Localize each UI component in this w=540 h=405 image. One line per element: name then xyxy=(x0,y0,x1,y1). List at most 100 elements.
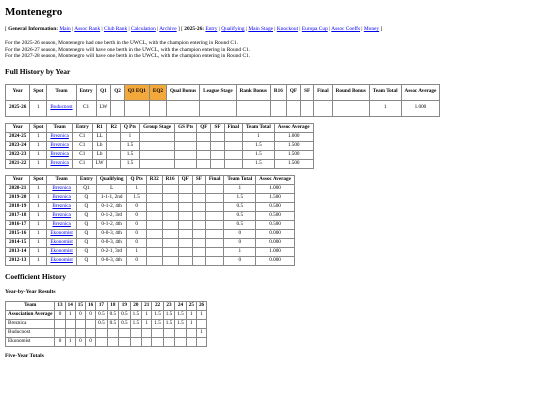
team-link[interactable]: Breznica xyxy=(50,151,68,157)
table-cell xyxy=(204,192,225,203)
nav-link-archive[interactable]: Archive xyxy=(159,26,176,32)
column-header: Q Pts xyxy=(119,122,141,133)
table-cell: 0 xyxy=(126,228,147,239)
team-link[interactable]: Ekonomist xyxy=(50,230,72,236)
table-header-row: Year Spot Team Entry R1 R2 Q Pts Group Stage GS … xyxy=(4,122,314,133)
table-cell xyxy=(161,228,179,239)
team-link[interactable]: Breznica xyxy=(50,142,68,148)
team-link[interactable]: Breznica xyxy=(52,212,70,218)
row-header-cell: 2014-15 xyxy=(4,237,31,248)
table-cell: 1 xyxy=(141,318,153,329)
row-header-cell: 2025-26 xyxy=(4,99,31,117)
nav-link-main[interactable]: Main xyxy=(59,26,70,32)
table-cell: 0 xyxy=(74,309,86,320)
table-cell xyxy=(177,255,193,266)
table-cell: 0.000 xyxy=(255,255,295,266)
table-cell xyxy=(191,246,206,257)
table-cell: 1 xyxy=(29,192,48,203)
table-cell xyxy=(106,336,120,347)
table-cell xyxy=(145,237,163,248)
table-cell xyxy=(210,158,225,169)
team-link[interactable]: Ekonomist xyxy=(50,248,72,254)
column-header: 15 xyxy=(74,300,86,311)
nav-link-assoc-coeffs[interactable]: Assoc Coeffs xyxy=(331,26,360,32)
column-header: Year xyxy=(4,174,31,185)
table-cell: Q xyxy=(75,237,97,248)
nav-link-qualifying[interactable]: Qualifying xyxy=(221,26,244,32)
table-cell: 1.500 xyxy=(273,149,314,160)
table-cell: 1 xyxy=(64,336,76,347)
table-cell xyxy=(145,201,163,212)
table-cell: C1 xyxy=(71,131,93,142)
column-header: Q3 EQ1 xyxy=(123,83,150,101)
table-cell: 0 xyxy=(126,219,147,230)
team-link[interactable]: Breznica xyxy=(52,221,70,227)
column-header: 24 xyxy=(174,300,187,311)
table-cell xyxy=(313,99,333,117)
team-link[interactable]: Breznica xyxy=(50,133,68,139)
table-cell xyxy=(269,99,287,117)
table-cell: 0.5 xyxy=(223,201,257,212)
table-cell xyxy=(84,327,97,338)
team-link[interactable]: Ekonomist xyxy=(50,257,72,263)
table-cell xyxy=(210,149,225,160)
table-cell: 0 xyxy=(84,336,97,347)
table-cell: 1.5 xyxy=(162,309,176,320)
table-row: Buducnost 1 xyxy=(4,327,208,338)
table-cell: 0 xyxy=(126,237,147,248)
nav-link-europa-cup[interactable]: Europa Cup xyxy=(302,26,328,32)
nav-link-calculation[interactable]: Calculation xyxy=(131,26,156,32)
team-link[interactable]: Buducnost xyxy=(50,104,72,110)
row-header-cell: 2012-13 xyxy=(4,255,31,266)
table-cell: 1 xyxy=(29,158,48,169)
table-cell: 1.5 xyxy=(119,158,141,169)
column-header: Final xyxy=(313,83,333,101)
table-cell xyxy=(161,201,179,212)
column-header: Q Pts xyxy=(126,174,147,185)
nav-link-assoc-rank[interactable]: Assoc Rank xyxy=(74,26,100,32)
team-link[interactable]: Breznica xyxy=(52,185,70,191)
table-cell: 1-1-1, 2nd xyxy=(95,192,128,203)
nav-season-label: 2025-26: xyxy=(184,26,205,32)
table-row: 2013-14 1 Ekonomist Q 0-2-1, 3rd 1 1 1.000 xyxy=(4,246,295,257)
team-link[interactable]: Breznica xyxy=(50,160,68,166)
table-cell xyxy=(174,158,198,169)
table-cell xyxy=(191,201,206,212)
column-header: QF xyxy=(285,83,302,101)
table-cell: 0-0-3, 4th xyxy=(95,237,128,248)
nav-link-entry[interactable]: Entry xyxy=(205,26,217,32)
table-cell: 1 xyxy=(29,149,48,160)
nav-link-knockout[interactable]: Knockout xyxy=(277,26,298,32)
table-row: 2024-25 1 Breznica C1 LL 1 1 1.000 xyxy=(4,131,314,142)
table-cell: 1.500 xyxy=(255,192,295,203)
team-link[interactable]: Breznica xyxy=(52,203,70,209)
table-cell xyxy=(223,158,244,169)
column-header: 21 xyxy=(141,300,153,311)
table-cell xyxy=(191,228,206,239)
table-cell: Ekonomist xyxy=(46,255,77,266)
table-cell: 0-0-3, 4th xyxy=(95,228,128,239)
team-link[interactable]: Ekonomist xyxy=(50,239,72,245)
table-cell xyxy=(204,183,225,194)
column-header: R32 xyxy=(145,174,163,185)
table-cell xyxy=(139,131,176,142)
history-table-2025: Year Spot Team Entry Q1 Q2 Q3 EQ1 EQ2 Qual Bonus… xyxy=(4,83,441,117)
table-cell xyxy=(185,327,197,338)
column-header: Final xyxy=(204,174,225,185)
table-cell xyxy=(54,318,66,329)
nav-link-money[interactable]: Money xyxy=(364,26,379,32)
column-header: QF xyxy=(177,174,193,185)
table-cell: 1 xyxy=(223,183,257,194)
team-link[interactable]: Breznica xyxy=(52,194,70,200)
table-header-row: Year Spot Team Entry Q1 Q2 Q3 EQ1 EQ2 Qual Bonus… xyxy=(4,83,441,101)
nav-link-club-rank[interactable]: Club Rank xyxy=(104,26,127,32)
table-cell: 1.5 xyxy=(174,318,187,329)
table-cell: 0-1-2, 3rd xyxy=(95,210,128,221)
table-cell xyxy=(191,183,206,194)
table-cell: 1 xyxy=(29,99,48,117)
column-header: 26 xyxy=(195,300,208,311)
table-cell xyxy=(161,246,179,257)
nav-link-main-stage[interactable]: Main Stage xyxy=(248,26,273,32)
table-cell: Ekonomist xyxy=(4,336,56,347)
row-header-cell: 2021-22 xyxy=(4,158,31,169)
